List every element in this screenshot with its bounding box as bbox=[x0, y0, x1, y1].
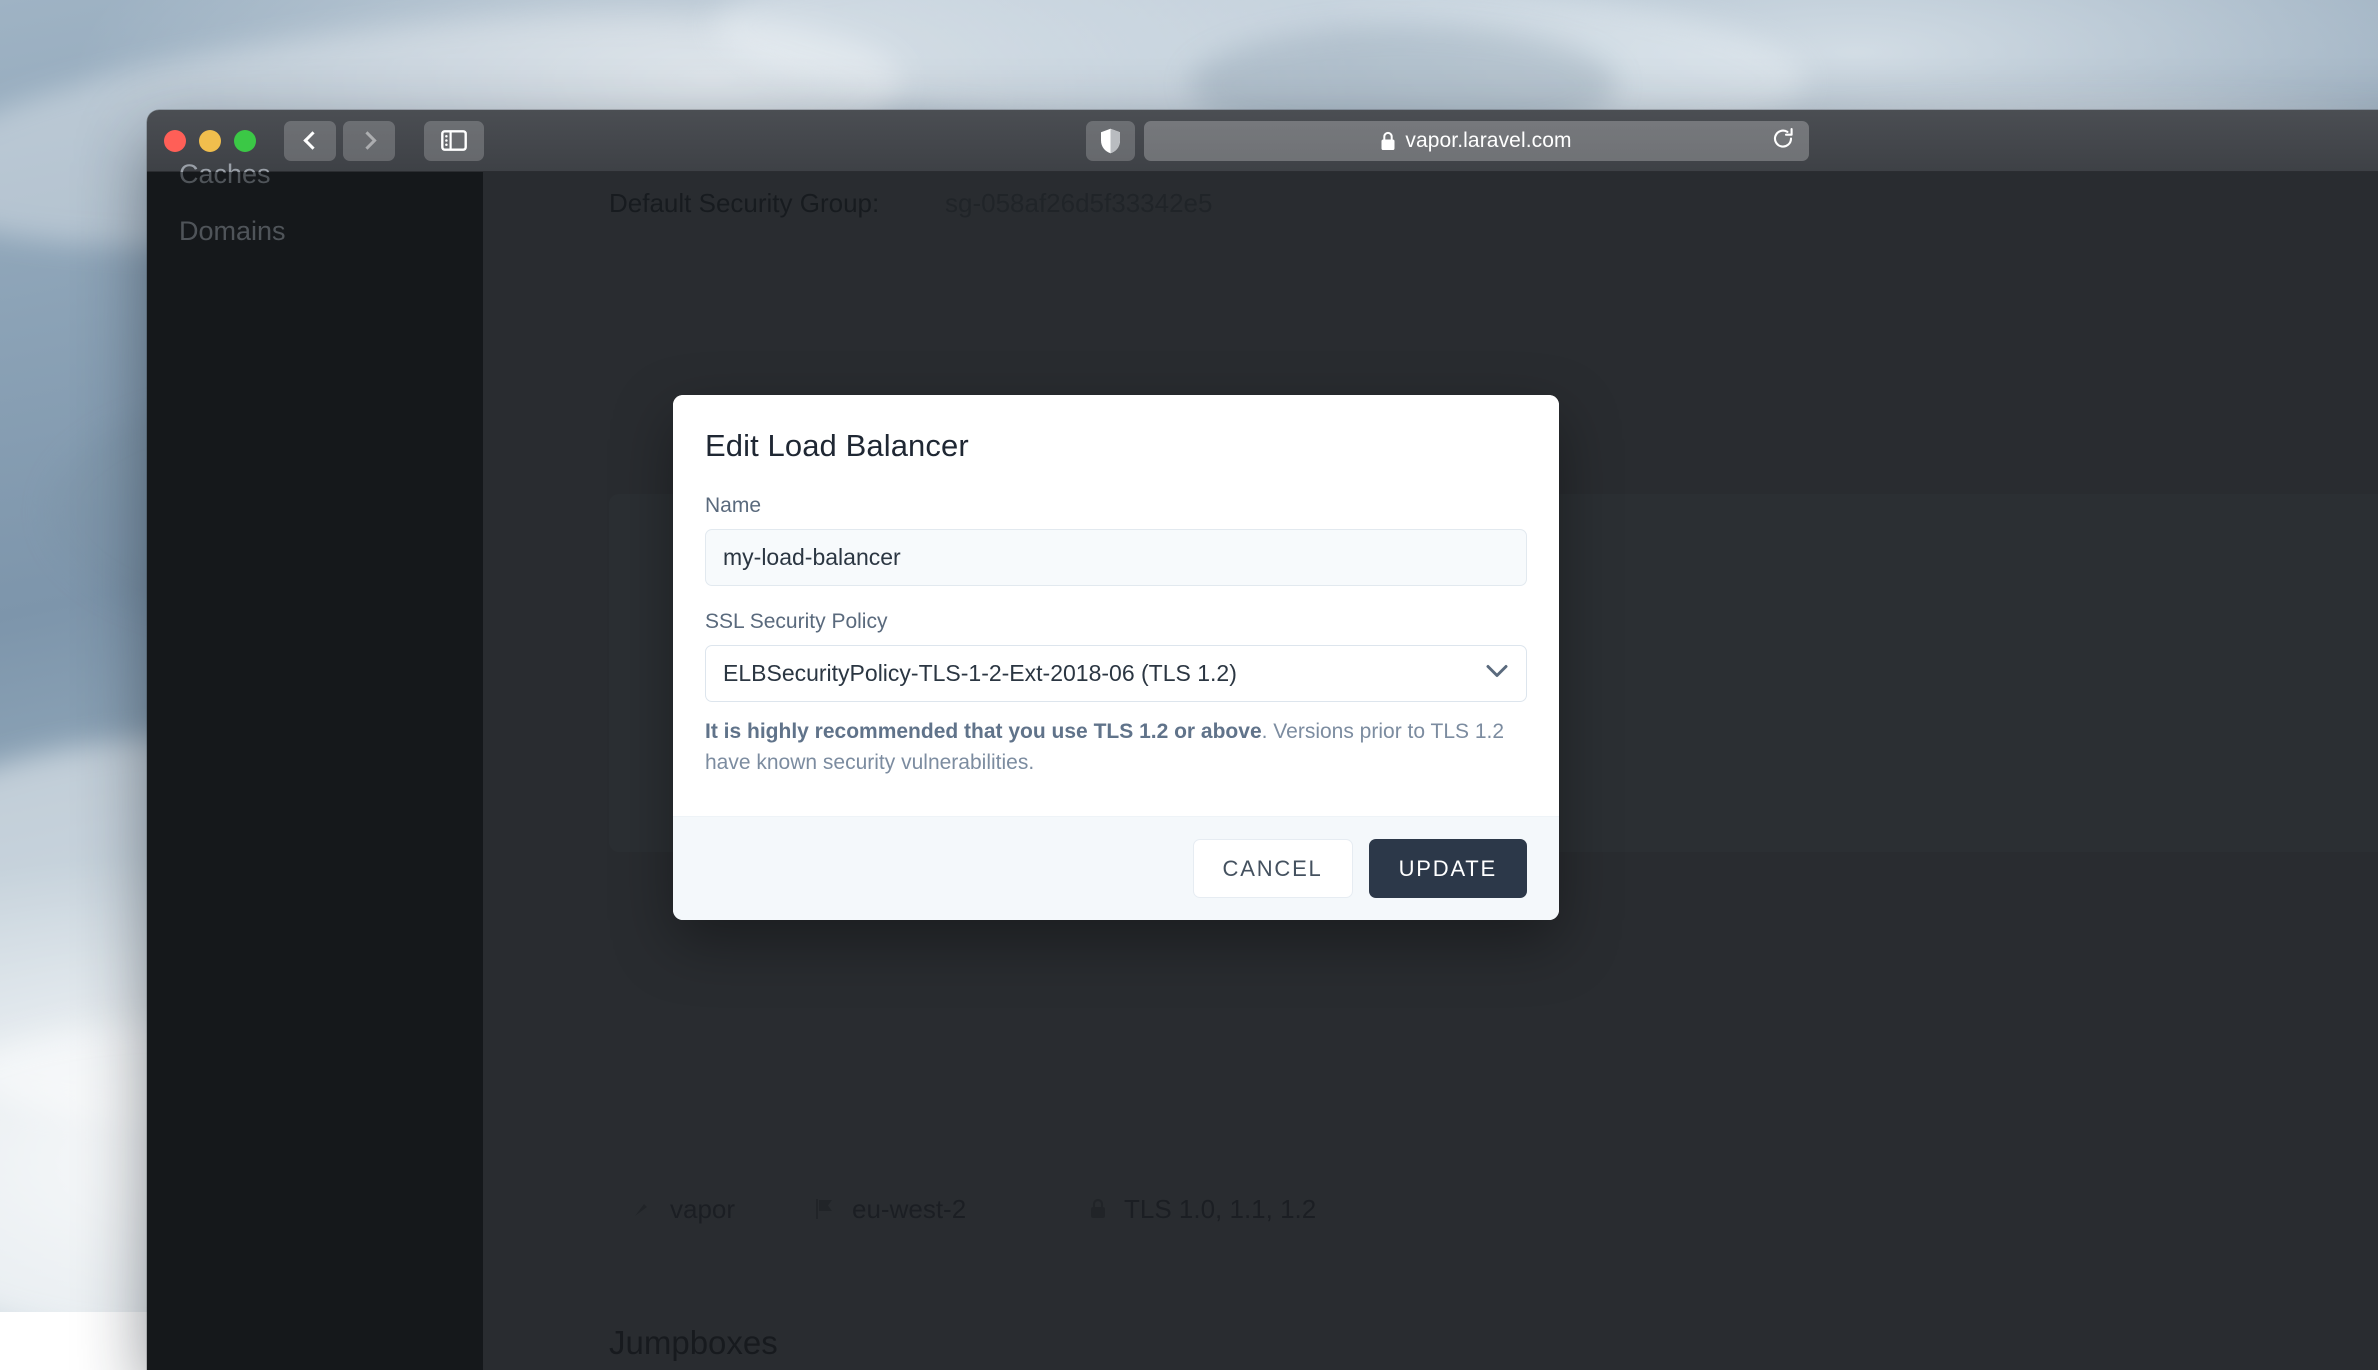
ssl-policy-select[interactable]: ELBSecurityPolicy-TLS-1-2-Ext-2018-06 (T… bbox=[705, 645, 1527, 702]
name-input[interactable] bbox=[705, 529, 1527, 586]
modal-footer: CANCEL UPDATE bbox=[673, 816, 1559, 920]
ssl-policy-select-wrapper: ELBSecurityPolicy-TLS-1-2-Ext-2018-06 (T… bbox=[705, 645, 1527, 702]
url-text: vapor.laravel.com bbox=[1405, 129, 1571, 153]
privacy-report-button[interactable] bbox=[1086, 121, 1135, 161]
page-area: Caches Domains Default Security Group: s… bbox=[147, 172, 2378, 1370]
update-button[interactable]: UPDATE bbox=[1369, 839, 1527, 898]
cancel-button[interactable]: CANCEL bbox=[1193, 839, 1353, 898]
ssl-policy-help-strong: It is highly recommended that you use TL… bbox=[705, 720, 1262, 743]
ssl-policy-help-text: It is highly recommended that you use TL… bbox=[705, 716, 1527, 778]
reload-icon bbox=[1771, 126, 1795, 150]
name-field-group: Name bbox=[705, 494, 1527, 586]
name-field-label: Name bbox=[705, 494, 1527, 518]
ssl-policy-label: SSL Security Policy bbox=[705, 610, 1527, 634]
ssl-policy-selected-value: ELBSecurityPolicy-TLS-1-2-Ext-2018-06 (T… bbox=[723, 660, 1237, 687]
chevron-down-icon bbox=[1486, 664, 1508, 683]
url-bar[interactable]: vapor.laravel.com bbox=[1144, 121, 1809, 161]
browser-window: vapor.laravel.com Caches Domains Defau bbox=[147, 110, 2378, 1370]
shield-icon bbox=[1100, 128, 1121, 154]
edit-load-balancer-modal: Edit Load Balancer Name SSL Security Pol… bbox=[673, 395, 1559, 920]
reload-button[interactable] bbox=[1771, 126, 1795, 155]
modal-title: Edit Load Balancer bbox=[705, 428, 1527, 464]
lock-icon bbox=[1380, 131, 1396, 151]
modal-body: Edit Load Balancer Name SSL Security Pol… bbox=[673, 395, 1559, 816]
ssl-field-group: SSL Security Policy ELBSecurityPolicy-TL… bbox=[705, 610, 1527, 778]
